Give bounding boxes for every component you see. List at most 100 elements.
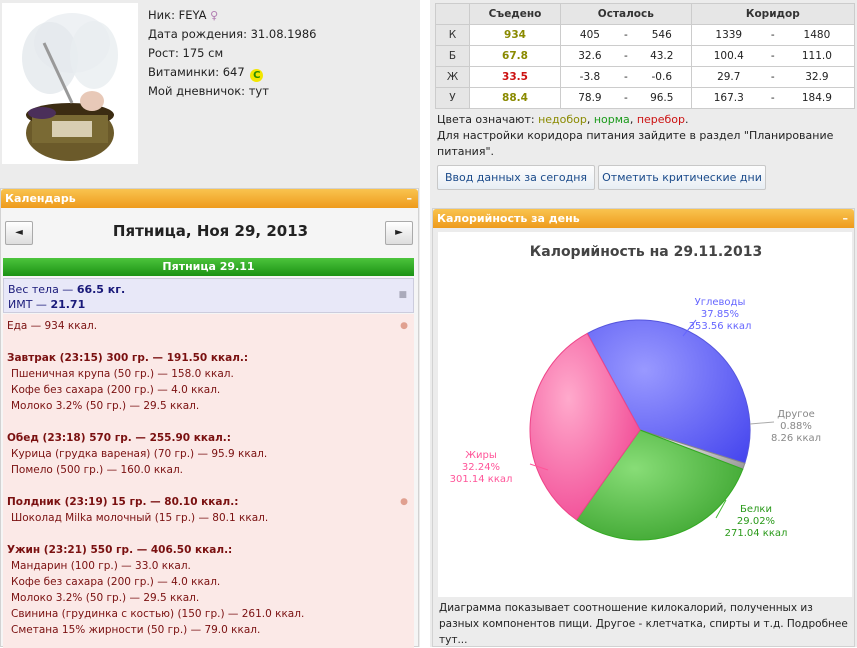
corridor-max: 1480 (779, 24, 855, 46)
setup-text: Для настройки коридора питания зайдите в… (437, 129, 834, 158)
left-min: 78.9 (559, 87, 619, 109)
meals-block: ● Еда — 934 ккал. Завтрак (23:15) 300 гр… (3, 314, 414, 648)
left-min: 32.6 (559, 45, 619, 67)
next-day-button[interactable]: ► (385, 221, 413, 245)
left-min: 405 (559, 24, 619, 46)
eaten-value: 88.4 (469, 87, 561, 109)
meal-header[interactable]: Ужин (23:21) 550 гр. — 406.50 ккал.: (7, 542, 410, 558)
eaten-value: 934 (469, 24, 561, 46)
dash: - (765, 24, 780, 46)
bmi-label: ИМТ — (8, 298, 51, 311)
vitamins-label: Витаминки: (148, 65, 220, 79)
weight-block: Вес тела — 66.5 кг. ИМТ — 21.71 ■ (3, 278, 414, 313)
kcal-title: Калорийность за день (437, 212, 580, 225)
pie-chart: Калорийность на 29.11.2013 Углеводы 37.85… (438, 232, 852, 597)
minimize-icon[interactable]: – (407, 189, 413, 208)
slice-value: 301.14 ккал (450, 474, 513, 485)
dash: - (765, 45, 780, 67)
bmi-value: 21.71 (50, 298, 86, 311)
meal-item: Кофе без сахара (200 гр.) — 4.0 ккал. (11, 384, 221, 396)
left-max: -0.6 (632, 66, 692, 88)
pie-svg: Калорийность на 29.11.2013 Углеводы37.85… (450, 244, 821, 541)
dash: - (765, 87, 780, 109)
corridor-min: 100.4 (690, 45, 766, 67)
minimize-icon[interactable]: – (843, 209, 849, 228)
female-icon: ♀ (210, 9, 219, 22)
slice-value: 8.26 ккал (771, 433, 821, 444)
meal-header[interactable]: Завтрак (23:15) 300 гр. — 191.50 ккал.: (7, 350, 410, 366)
color-legend: Цвета означают: недобор, норма, перебор.… (437, 112, 855, 160)
meal-item: Помело (500 гр.) — 160.0 ккал. (11, 464, 184, 476)
calendar-title: Календарь (5, 192, 76, 205)
profile-card: Ник: FEYA ♀ Дата рождения: 31.08.1986 Ро… (0, 0, 420, 175)
corridor-min: 29.7 (690, 66, 766, 88)
left-min: -3.8 (559, 66, 619, 88)
meal-item: Пшеничная крупа (50 гр.) — 158.0 ккал. (11, 368, 234, 380)
dash: - (765, 66, 780, 88)
meal-item: Кофе без сахара (200 гр.) — 4.0 ккал. (11, 576, 221, 588)
slice-percent: 29.02% (737, 516, 775, 527)
row-label: К (435, 24, 470, 46)
dob-label: Дата рождения: (148, 27, 247, 41)
slice-value: 353.56 ккал (689, 321, 752, 332)
meal-header[interactable]: Обед (23:18) 570 гр. — 255.90 ккал.: (7, 430, 410, 446)
left-max: 546 (632, 24, 692, 46)
calendar-header: Календарь – (1, 189, 418, 208)
slice-label: Белки (740, 504, 772, 515)
table-row: У 88.4 78.9 - 96.5 167.3 - 184.9 (435, 87, 855, 109)
eaten-value: 33.5 (469, 66, 561, 88)
table-row: Б 67.8 32.6 - 43.2 100.4 - 111.0 (435, 45, 855, 67)
nutrition-corridor-table: Съедено Осталось Коридор К 934 405 - 546… (435, 3, 856, 109)
legend-norm: норма (593, 113, 630, 126)
slice-label: Углеводы (695, 297, 746, 308)
row-label: Б (435, 45, 470, 67)
corridor-min: 167.3 (690, 87, 766, 109)
weight-value: 66.5 кг. (76, 283, 126, 296)
meal-item: Свинина (грудинка с костью) (150 гр.) — … (11, 608, 305, 620)
slice-connector (749, 421, 775, 425)
slice-percent: 0.88% (780, 421, 812, 432)
slice-percent: 37.85% (701, 309, 739, 320)
legend-under: недобор (538, 113, 587, 126)
meal-item: Сметана 15% жирности (50 гр.) — 79.0 кка… (11, 624, 261, 636)
dob: 31.08.1986 (250, 27, 317, 41)
apple-icon[interactable]: ● (400, 318, 408, 334)
slice-label: Другое (777, 409, 815, 420)
corridor-max: 32.9 (779, 66, 855, 88)
date-title: Пятница, Ноя 29, 2013 (112, 222, 309, 240)
height-label: Рост: (148, 46, 179, 60)
calendar-panel: Календарь – ◄ Пятница, Ноя 29, 2013 ► Пя… (0, 188, 419, 648)
apple-icon[interactable]: ● (400, 494, 408, 510)
meal-item: Молоко 3.2% (50 гр.) — 29.5 ккал. (11, 592, 200, 604)
chart-note: Диаграмма показывает соотношение килокал… (439, 602, 848, 646)
dash: - (618, 87, 633, 109)
diary-link[interactable]: тут (249, 84, 269, 98)
kcal-panel: Калорийность за день – Калорийность на 2… (432, 208, 855, 647)
food-total: Еда — 934 ккал. (7, 320, 98, 332)
nick: FEYA (178, 8, 207, 22)
vitamin-c-icon: C (250, 69, 264, 82)
meal-item: Курица (грудка вареная) (70 гр.) — 95.9 … (11, 448, 268, 460)
profile-info: Ник: FEYA ♀ Дата рождения: 31.08.1986 Ро… (148, 6, 316, 101)
input-today-button[interactable]: Ввод данных за сегодня (437, 165, 595, 190)
dash: - (618, 66, 633, 88)
avatar[interactable] (2, 3, 138, 164)
corridor-min: 1339 (690, 24, 766, 46)
trash-icon[interactable]: ■ (398, 288, 407, 303)
eaten-value: 67.8 (469, 45, 561, 67)
height: 175 см (182, 46, 224, 60)
table-row: К 934 405 - 546 1339 - 1480 (435, 24, 855, 46)
row-label: У (435, 87, 470, 109)
vitamins-value: 647 (222, 65, 245, 79)
critical-days-button[interactable]: Отметить критические дни (598, 165, 766, 190)
dash: - (618, 24, 633, 46)
col-left-header: Осталось (560, 3, 692, 25)
nick-label: Ник: (148, 8, 175, 22)
meal-item: Молоко 3.2% (50 гр.) — 29.5 ккал. (11, 400, 200, 412)
row-label: Ж (435, 66, 470, 88)
left-max: 96.5 (632, 87, 692, 109)
corridor-max: 184.9 (779, 87, 855, 109)
slice-value: 271.04 ккал (725, 528, 788, 539)
meal-item: Шоколад Milka молочный (15 гр.) — 80.1 к… (11, 512, 269, 524)
meal-header[interactable]: Полдник (23:19) 15 гр. — 80.10 ккал.: (7, 494, 410, 510)
